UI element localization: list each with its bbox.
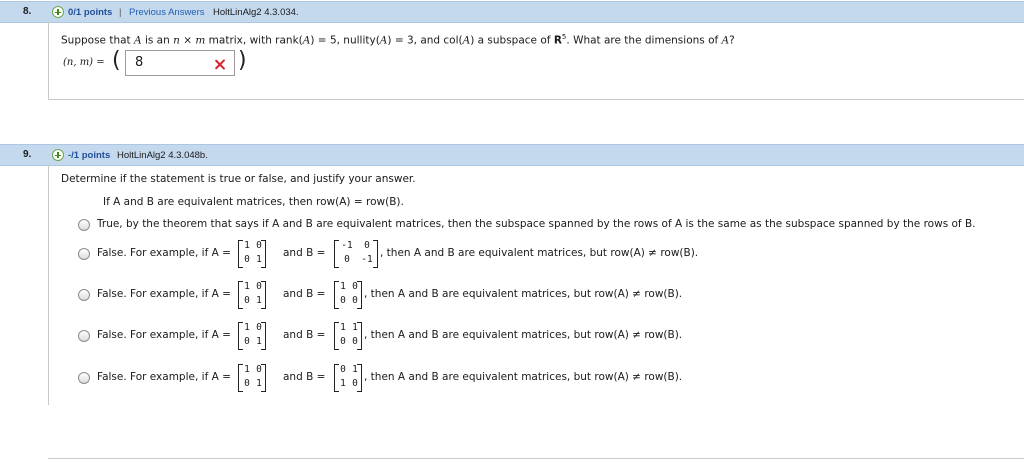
points-label: 0/1 points bbox=[68, 7, 113, 18]
and-b-label: and B = bbox=[283, 371, 326, 383]
expand-plus-icon[interactable] bbox=[52, 6, 64, 18]
option-true-label[interactable]: True, by the theorem that says if A and … bbox=[97, 218, 976, 230]
option-false-1-radio[interactable] bbox=[78, 248, 90, 260]
close-paren: ) bbox=[238, 48, 247, 73]
matrix-a: 1 0 0 1 bbox=[238, 321, 266, 350]
matrix-b: -1 0 0 -1 bbox=[334, 239, 378, 268]
separator: | bbox=[119, 7, 122, 18]
problem-id: HoltLinAlg2 4.3.034. bbox=[213, 7, 299, 18]
option-false-3-suffix[interactable]: , then A and B are equivalent matrices, … bbox=[364, 329, 682, 341]
matrix-b: 0 1 1 0 bbox=[334, 363, 362, 392]
matrix-b: 1 0 0 0 bbox=[334, 280, 362, 309]
question-number: 8. bbox=[23, 6, 32, 17]
option-false-2-suffix[interactable]: , then A and B are equivalent matrices, … bbox=[364, 288, 682, 300]
points-label: -/1 points bbox=[68, 150, 111, 161]
question-number: 9. bbox=[23, 149, 32, 160]
and-b-label: and B = bbox=[283, 288, 326, 300]
expand-plus-icon[interactable] bbox=[52, 149, 64, 161]
option-false-4-suffix[interactable]: , then A and B are equivalent matrices, … bbox=[364, 371, 682, 383]
option-false-2-prefix[interactable]: False. For example, if A = bbox=[97, 288, 231, 300]
question-8-prompt: Suppose that A is an n × m matrix, with … bbox=[61, 33, 735, 47]
matrix-a: 1 0 0 1 bbox=[238, 363, 266, 392]
divider bbox=[48, 458, 1024, 459]
question-9-header: 9. -/1 points HoltLinAlg2 4.3.048b. bbox=[0, 144, 1024, 166]
option-true-radio[interactable] bbox=[78, 219, 90, 231]
option-false-4-radio[interactable] bbox=[78, 372, 90, 384]
option-false-2-radio[interactable] bbox=[78, 289, 90, 301]
previous-answers-link[interactable]: Previous Answers bbox=[129, 7, 205, 18]
option-false-3-prefix[interactable]: False. For example, if A = bbox=[97, 329, 231, 341]
question-8-header: 8. 0/1 points | Previous Answers HoltLin… bbox=[0, 1, 1024, 23]
option-false-4-prefix[interactable]: False. For example, if A = bbox=[97, 371, 231, 383]
matrix-a: 1 0 0 1 bbox=[238, 239, 266, 268]
answer-value[interactable]: 8 bbox=[135, 55, 143, 70]
option-false-3-radio[interactable] bbox=[78, 330, 90, 342]
pair-label: (n, m) = bbox=[63, 57, 105, 68]
and-b-label: and B = bbox=[283, 247, 326, 259]
open-paren: ( bbox=[112, 48, 121, 73]
matrix-b: 1 1 0 0 bbox=[334, 321, 362, 350]
and-b-label: and B = bbox=[283, 329, 326, 341]
instruction: Determine if the statement is true or fa… bbox=[61, 173, 416, 185]
option-false-1-prefix[interactable]: False. For example, if A = bbox=[97, 247, 231, 259]
option-false-1-suffix[interactable]: , then A and B are equivalent matrices, … bbox=[380, 247, 698, 259]
incorrect-x-icon bbox=[214, 59, 225, 70]
matrix-a: 1 0 0 1 bbox=[238, 280, 266, 309]
statement: If A and B are equivalent matrices, then… bbox=[103, 196, 404, 208]
problem-id: HoltLinAlg2 4.3.048b. bbox=[117, 150, 208, 161]
